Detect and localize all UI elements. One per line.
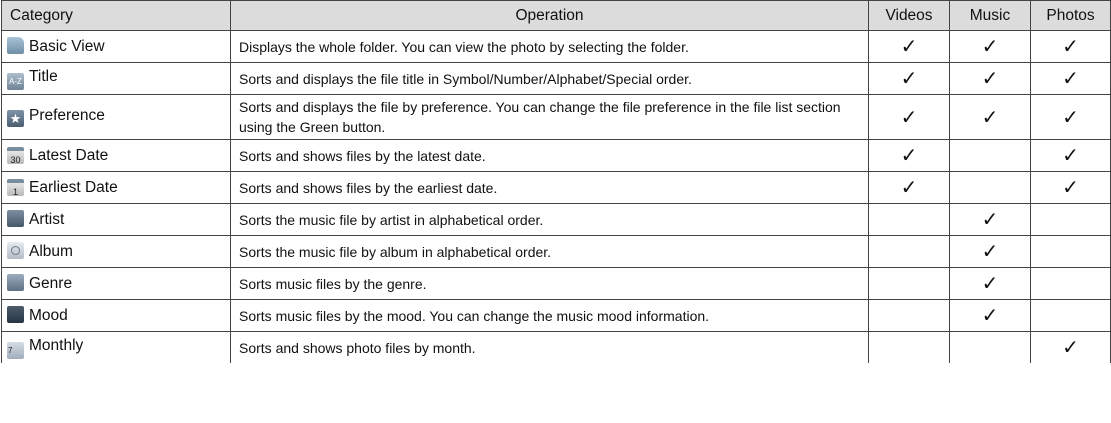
videos-cell: [868, 235, 950, 268]
table-row: Artist Sorts the music file by artist in…: [1, 203, 1111, 236]
header-operation: Operation: [230, 0, 869, 31]
category-cell: Genre: [1, 267, 231, 300]
operation-cell: Sorts and displays the file title in Sym…: [230, 62, 869, 95]
category-cell: 7 Monthly: [1, 331, 231, 363]
category-cell: Basic View: [1, 30, 231, 63]
category-cell: A-Z Title: [1, 62, 231, 95]
operation-cell: Sorts and shows files by the latest date…: [230, 139, 869, 172]
music-cell: [949, 171, 1031, 204]
calendar-1-icon: 1: [7, 178, 24, 197]
music-check-icon: ✓: [949, 299, 1031, 332]
header-videos: Videos: [868, 0, 950, 31]
category-label: Latest Date: [29, 146, 109, 164]
operation-cell: Sorts music files by the genre.: [230, 267, 869, 300]
category-cell: Album: [1, 235, 231, 268]
category-cell: 1 Earliest Date: [1, 171, 231, 204]
photos-check-icon: ✓: [1030, 139, 1111, 172]
music-check-icon: ✓: [949, 94, 1031, 140]
table-row: 7 Monthly Sorts and shows photo files by …: [1, 331, 1111, 363]
music-check-icon: ✓: [949, 267, 1031, 300]
calendar-30-icon: 30: [7, 146, 24, 165]
photos-cell: [1030, 299, 1111, 332]
category-cell: ★ Preference: [1, 94, 231, 140]
operation-cell: Sorts the music file by album in alphabe…: [230, 235, 869, 268]
videos-cell: [868, 267, 950, 300]
photos-check-icon: ✓: [1030, 171, 1111, 204]
category-cell: Artist: [1, 203, 231, 236]
category-label: Title: [29, 67, 58, 85]
videos-cell: [868, 299, 950, 332]
category-label: Album: [29, 243, 73, 260]
calendar-month-icon: 7: [7, 341, 24, 359]
category-cell: 30 Latest Date: [1, 139, 231, 172]
category-label: Artist: [29, 211, 65, 228]
photos-check-icon: ✓: [1030, 94, 1111, 140]
music-check-icon: ✓: [949, 235, 1031, 268]
category-label: Basic View: [29, 38, 105, 55]
photos-cell: [1030, 267, 1111, 300]
videos-cell: [868, 203, 950, 236]
folder-icon: [7, 37, 24, 54]
star-icon: ★: [7, 110, 24, 127]
category-label: Preference: [29, 107, 105, 124]
table-header-row: Category Operation Videos Music Photos: [1, 0, 1111, 31]
videos-check-icon: ✓: [868, 62, 950, 95]
table-row: Basic View Displays the whole folder. Yo…: [1, 30, 1111, 63]
operation-cell: Sorts and displays the file by preferenc…: [230, 94, 869, 140]
photos-cell: [1030, 203, 1111, 236]
videos-check-icon: ✓: [868, 171, 950, 204]
photos-check-icon: ✓: [1030, 331, 1111, 363]
header-music: Music: [949, 0, 1031, 31]
table-row: Mood Sorts music files by the mood. You …: [1, 299, 1111, 332]
mood-icon: [7, 306, 24, 323]
header-photos: Photos: [1030, 0, 1111, 31]
music-cell: [949, 331, 1031, 363]
videos-check-icon: ✓: [868, 139, 950, 172]
operation-cell: Sorts and shows photo files by month.: [230, 331, 869, 363]
category-label: Mood: [29, 307, 68, 324]
photos-check-icon: ✓: [1030, 62, 1111, 95]
sort-options-table: Category Operation Videos Music Photos B…: [1, 0, 1111, 363]
videos-check-icon: ✓: [868, 94, 950, 140]
table-row: A-Z Title Sorts and displays the file tit…: [1, 62, 1111, 95]
operation-cell: Sorts the music file by artist in alphab…: [230, 203, 869, 236]
videos-cell: [868, 331, 950, 363]
category-cell: Mood: [1, 299, 231, 332]
sort-az-icon: A-Z: [7, 72, 24, 90]
genre-icon: [7, 274, 24, 291]
table-row: Album Sorts the music file by album in a…: [1, 235, 1111, 268]
music-cell: [949, 139, 1031, 172]
table-row: 30 Latest Date Sorts and shows files by t…: [1, 139, 1111, 172]
category-label: Monthly: [29, 336, 84, 354]
table-row: ★ Preference Sorts and displays the file …: [1, 94, 1111, 140]
music-check-icon: ✓: [949, 30, 1031, 63]
photos-cell: [1030, 235, 1111, 268]
videos-check-icon: ✓: [868, 30, 950, 63]
operation-cell: Sorts and shows files by the earliest da…: [230, 171, 869, 204]
category-label: Genre: [29, 275, 73, 292]
table-row: Genre Sorts music files by the genre. ✓: [1, 267, 1111, 300]
photos-check-icon: ✓: [1030, 30, 1111, 63]
artist-icon: [7, 210, 24, 227]
operation-cell: Displays the whole folder. You can view …: [230, 30, 869, 63]
album-icon: [7, 242, 24, 259]
table-row: 1 Earliest Date Sorts and shows files by …: [1, 171, 1111, 204]
music-check-icon: ✓: [949, 203, 1031, 236]
music-check-icon: ✓: [949, 62, 1031, 95]
header-category: Category: [1, 0, 231, 31]
operation-cell: Sorts music files by the mood. You can c…: [230, 299, 869, 332]
category-label: Earliest Date: [29, 178, 118, 196]
